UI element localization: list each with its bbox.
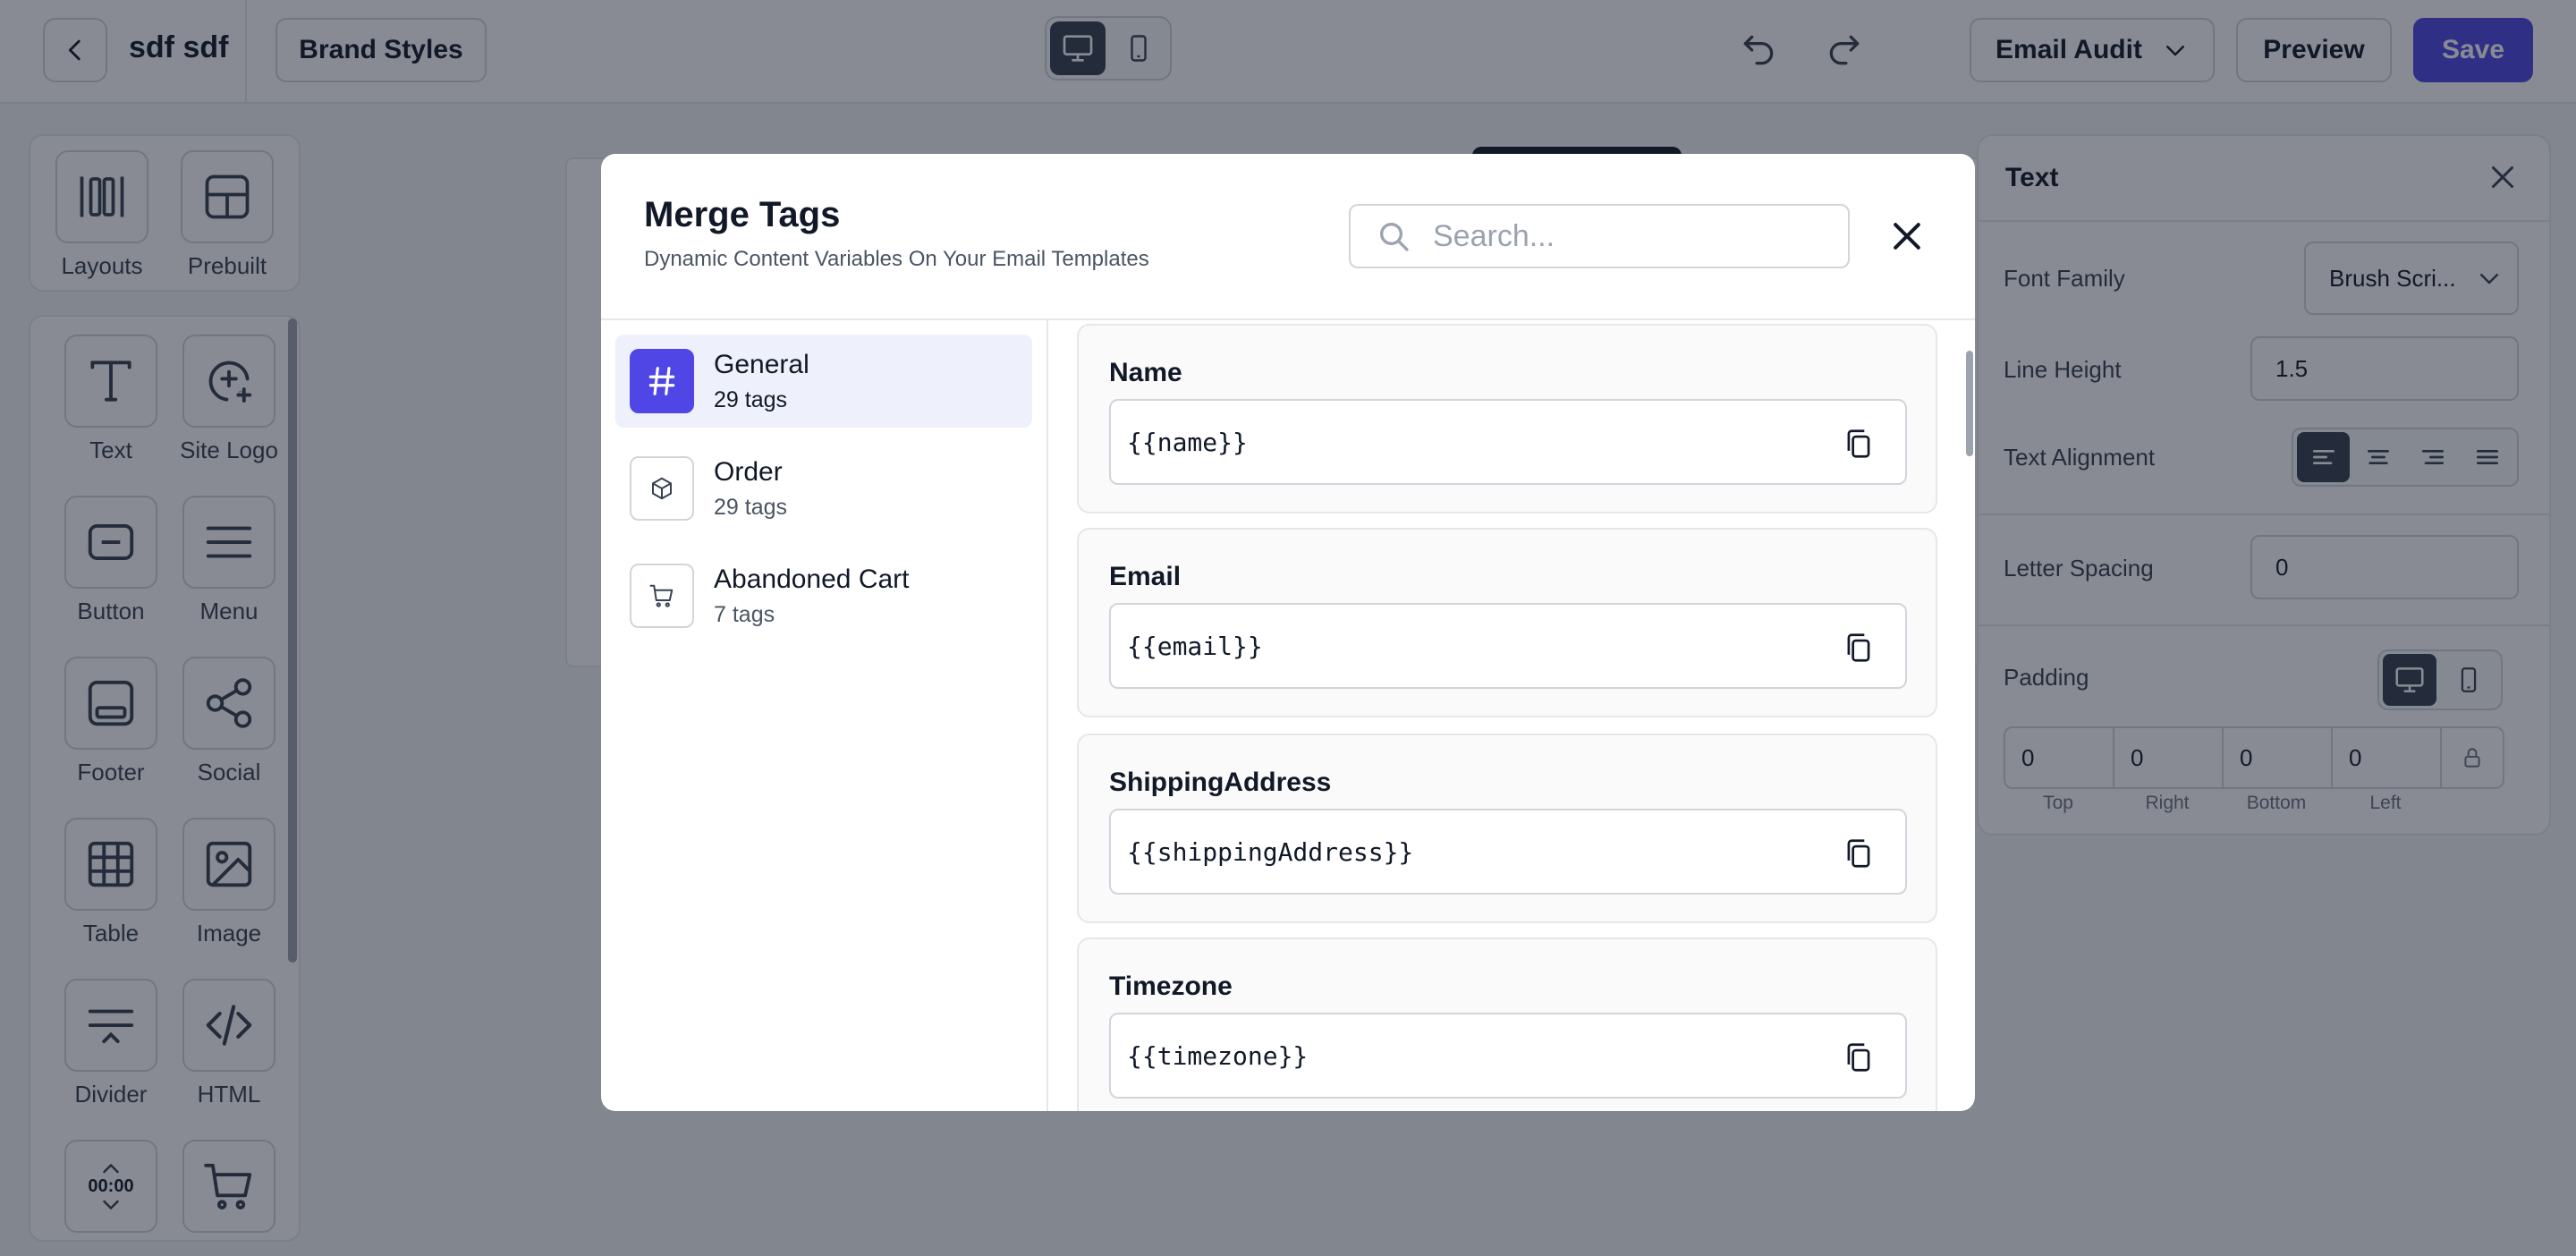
tag-value: {{timezone}} (1127, 1040, 1309, 1071)
category-count: 29 tags (714, 386, 788, 412)
copy-button[interactable] (1835, 830, 1882, 877)
modal-title: Merge Tags (644, 195, 841, 234)
category-name: Order (714, 456, 783, 487)
category-count: 7 tags (714, 601, 775, 627)
tag-value: {{shippingAddress}} (1127, 836, 1414, 867)
tag-card-name: Name {{name}} (1077, 324, 1937, 513)
category-abandoned-cart[interactable]: Abandoned Cart 7 tags (615, 549, 1032, 642)
divider (601, 318, 1975, 320)
category-general[interactable]: General 29 tags (615, 335, 1032, 428)
modal-subtitle: Dynamic Content Variables On Your Email … (644, 247, 1149, 271)
tag-value-field[interactable]: {{timezone}} (1109, 1013, 1907, 1099)
tag-value: {{email}} (1127, 631, 1263, 661)
tag-card-shipping-address: ShippingAddress {{shippingAddress}} (1077, 734, 1937, 923)
search-icon (1380, 223, 1409, 251)
copy-button[interactable] (1835, 1034, 1882, 1081)
tag-value-field[interactable]: {{name}} (1109, 399, 1907, 485)
close-icon (1894, 223, 1920, 250)
category-icon-box (630, 349, 694, 413)
category-name: Abandoned Cart (714, 564, 910, 594)
tag-value-field[interactable]: {{email}} (1109, 603, 1907, 689)
copy-icon (1847, 839, 1870, 868)
copy-button[interactable] (1835, 420, 1882, 467)
tag-value-field[interactable]: {{shippingAddress}} (1109, 809, 1907, 895)
category-icon-box (630, 456, 694, 521)
copy-icon (1847, 429, 1870, 458)
copy-icon (1847, 1043, 1870, 1072)
copy-button[interactable] (1835, 624, 1882, 671)
tag-title: ShippingAddress (1109, 768, 1332, 797)
merge-tags-modal: Merge Tags Dynamic Content Variables On … (601, 154, 1975, 1111)
cart-icon (649, 584, 674, 607)
tags-scrollbar[interactable] (1966, 351, 1973, 456)
tag-card-email: Email {{email}} (1077, 528, 1937, 717)
box-icon (652, 477, 672, 500)
modal-close-button[interactable] (1880, 209, 1934, 263)
tag-value: {{name}} (1127, 427, 1248, 457)
copy-icon (1847, 633, 1870, 662)
hash-icon (648, 367, 675, 395)
category-count: 29 tags (714, 494, 788, 520)
category-order[interactable]: Order 29 tags (615, 442, 1032, 535)
search-box (1349, 204, 1850, 268)
search-input[interactable] (1433, 218, 1826, 254)
category-name: General (714, 349, 809, 379)
tag-card-timezone: Timezone {{timezone}} (1077, 938, 1937, 1111)
tag-title: Email (1109, 562, 1182, 591)
tag-title: Name (1109, 358, 1182, 387)
tag-title: Timezone (1109, 972, 1233, 1001)
divider (1046, 320, 1048, 1111)
category-icon-box (630, 564, 694, 628)
